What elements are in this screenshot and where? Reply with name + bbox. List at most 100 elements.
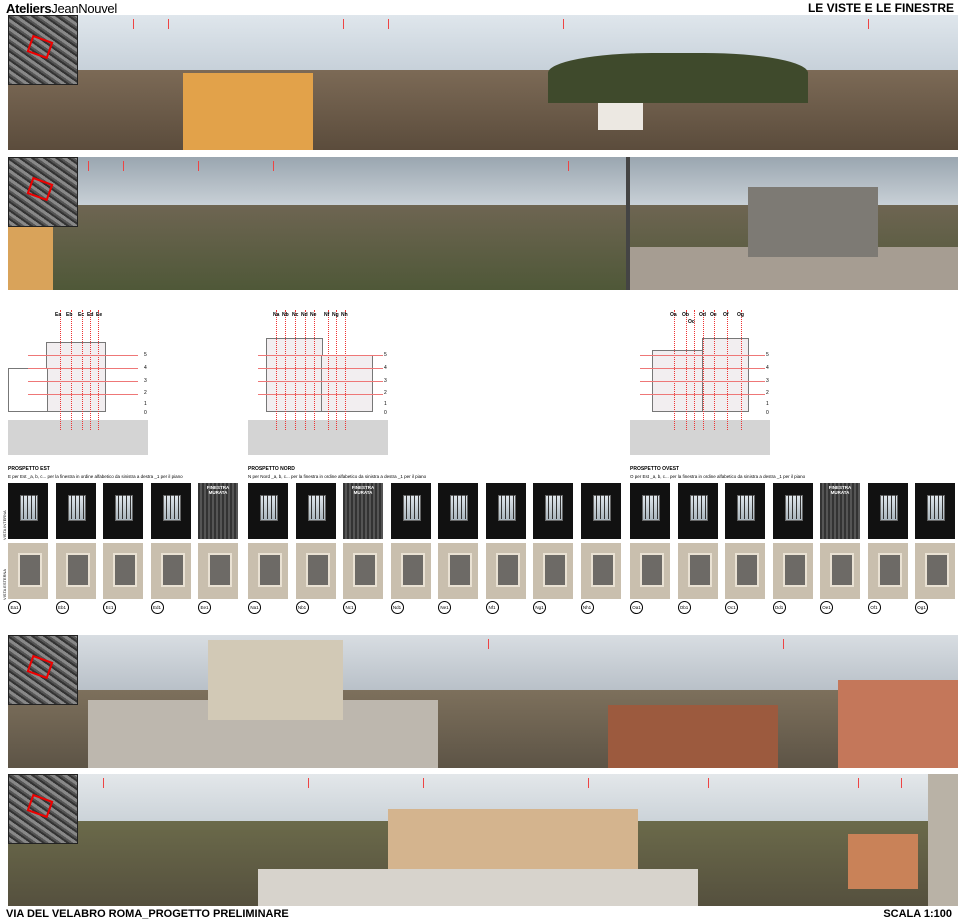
panorama-4 <box>8 774 958 906</box>
exterior-window-tile <box>103 543 143 599</box>
column-label: Nd <box>301 312 308 318</box>
exterior-window-tile <box>295 543 336 599</box>
view-tag <box>783 639 786 649</box>
page-title: LE VISTE E LE FINESTRE <box>807 1 954 15</box>
view-tag <box>901 778 904 788</box>
level-label: 2 <box>384 390 387 396</box>
window-code-badge: Od1 <box>772 601 786 614</box>
exterior-window-tile <box>867 543 908 599</box>
window-code-badge: Nh1 <box>580 601 594 614</box>
exterior-window-tile <box>533 543 573 599</box>
view-tag <box>198 161 201 171</box>
interior-window-tile <box>677 483 718 539</box>
section-desc-north: N per Nord _a, b, c... per la finestra i… <box>248 474 427 479</box>
level-label: 0 <box>144 410 147 416</box>
tree-hill <box>548 53 808 103</box>
column-label: Og <box>737 312 744 318</box>
view-tag <box>858 778 861 788</box>
level-label: 0 <box>384 410 387 416</box>
exterior-window-tile <box>630 543 670 599</box>
location-map-1 <box>8 15 78 85</box>
interior-window-tile <box>725 483 765 539</box>
interior-window-tile <box>772 483 813 539</box>
walled-window-label: FINESTRA MURATA <box>828 485 852 495</box>
level-label: 3 <box>144 378 147 384</box>
walled-window-tile: FINESTRA MURATA <box>198 483 238 539</box>
column-label: Ed <box>87 312 94 318</box>
column-label: Ne <box>310 312 317 318</box>
column-label: Oa <box>670 312 677 318</box>
level-label: 1 <box>144 401 147 407</box>
view-tag <box>133 19 136 29</box>
interior-window-tile <box>580 483 621 539</box>
rooftop-terrace <box>258 869 698 906</box>
view-tag <box>588 778 591 788</box>
interior-window-tile <box>55 483 96 539</box>
column-label: Oc <box>688 319 695 325</box>
level-label: 2 <box>144 390 147 396</box>
elevation-east: Ea Eb Ec Ed Ee 5 4 3 2 1 0 <box>8 310 148 455</box>
interior-window-tile <box>533 483 573 539</box>
view-tag <box>273 161 276 171</box>
exterior-window-tile <box>677 543 718 599</box>
exterior-window-tile <box>915 543 955 599</box>
level-label: 5 <box>766 352 769 358</box>
view-tag <box>308 778 311 788</box>
window-code-badge: Oa1 <box>630 601 643 614</box>
view-tag <box>563 19 566 29</box>
column-label: Ee <box>96 312 103 318</box>
exterior-window-tile <box>343 543 383 599</box>
brick-building <box>848 834 918 889</box>
level-label: 3 <box>766 378 769 384</box>
interior-window-tile <box>438 483 478 539</box>
view-tag <box>708 778 711 788</box>
scale-label: SCALA 1:100 <box>883 908 952 920</box>
walled-window-tile: FINESTRA MURATA <box>820 483 860 539</box>
level-label: 1 <box>384 401 387 407</box>
window-code-badge: Nf1 <box>485 601 499 614</box>
column-label: Ob <box>682 312 689 318</box>
column-label: Nf <box>324 312 330 318</box>
column-label: Ea <box>55 312 62 318</box>
palace-building <box>388 809 638 869</box>
red-building <box>838 680 958 768</box>
interior-window-tile <box>485 483 526 539</box>
brand-logo: AteliersJeanNouvel <box>6 1 117 16</box>
interior-window-tile <box>248 483 288 539</box>
interior-window-tile <box>867 483 908 539</box>
tiled-roof <box>608 705 778 768</box>
interior-window-tile <box>8 483 48 539</box>
interior-window-tile <box>390 483 431 539</box>
exterior-window-tile <box>248 543 288 599</box>
exterior-window-tile <box>438 543 478 599</box>
window-code-badge: Ne1 <box>438 601 451 614</box>
window-code-badge: Nc1 <box>343 601 356 614</box>
section-title-east: PROSPETTO EST <box>8 466 50 472</box>
level-label: 4 <box>144 365 147 371</box>
interior-window-tile <box>630 483 670 539</box>
section-title-west: PROSPETTO OVEST <box>630 466 680 472</box>
view-tag <box>168 19 171 29</box>
window-code-badge: Nb1 <box>295 601 309 614</box>
location-map-3 <box>8 635 78 705</box>
view-tag <box>88 161 91 171</box>
column-label: Ec <box>78 312 85 318</box>
view-tag <box>388 19 391 29</box>
interior-window-tile <box>295 483 336 539</box>
level-label: 2 <box>766 390 769 396</box>
exterior-window-tile <box>150 543 191 599</box>
window-code-badge: Eb1 <box>55 601 69 614</box>
exterior-window-tile <box>580 543 621 599</box>
antenna-mast <box>626 157 630 290</box>
exterior-window-tile <box>198 543 238 599</box>
rooftop-structure <box>208 640 343 720</box>
project-title: VIA DEL VELABRO ROMA_PROGETTO PRELIMINAR… <box>6 908 289 920</box>
interior-window-tile <box>150 483 191 539</box>
interior-window-tile <box>103 483 143 539</box>
exterior-window-tile <box>390 543 431 599</box>
yellow-building <box>183 73 313 150</box>
level-label: 3 <box>384 378 387 384</box>
column-label: Ng <box>332 312 339 318</box>
exterior-view-label: VISTA ESTERNA <box>2 568 7 600</box>
exterior-window-tile <box>485 543 526 599</box>
